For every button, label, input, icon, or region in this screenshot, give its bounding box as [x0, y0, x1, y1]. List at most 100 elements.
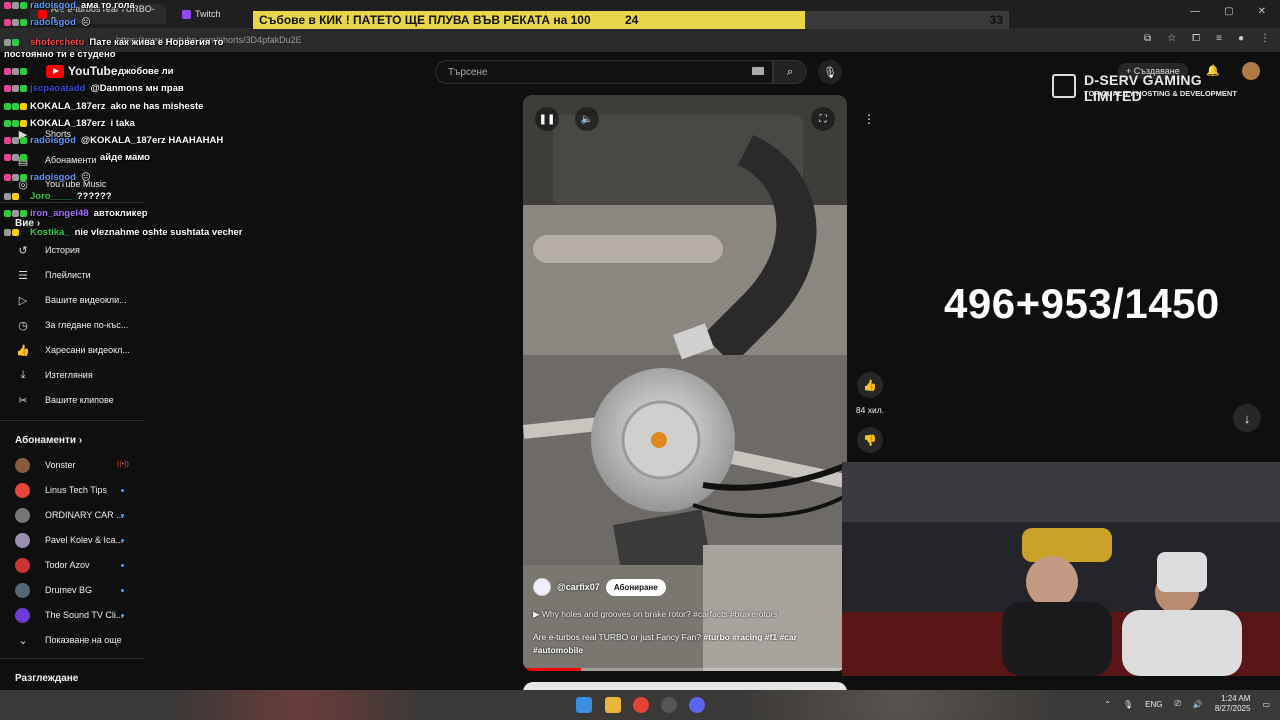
language-indicator[interactable]: ENG: [1145, 700, 1162, 709]
more-options-button[interactable]: ⋮: [858, 108, 880, 130]
channel-name: Linus Tech Tips: [45, 485, 107, 495]
chat-username: Kostika_: [30, 227, 70, 238]
video-progress-bar[interactable]: [523, 668, 847, 671]
subscriptions-heading[interactable]: Абонаменти ›: [15, 435, 82, 446]
sidebar-channel-ordinary-car[interactable]: ORDINARY CAR ...: [0, 503, 144, 527]
speaker-icon[interactable]: 🔊: [1193, 700, 1203, 709]
new-content-dot: [121, 589, 124, 592]
next-short-button[interactable]: ↓: [1233, 404, 1261, 432]
chat-text: @Danmons мн прав: [90, 83, 184, 94]
playlist-icon: ☰: [18, 269, 28, 282]
sidebar-item-label: Вашите клипове: [45, 395, 114, 405]
sidebar-item-label: Плейлисти: [45, 270, 91, 280]
chat-badges: [4, 37, 30, 49]
emote-icon: 😐: [80, 17, 91, 28]
chat-text: ??????: [76, 191, 112, 202]
chat-message: KOKALA_187erz i taka: [4, 118, 135, 129]
browser-menu-icon[interactable]: ⋮: [1260, 33, 1270, 44]
more-vertical-icon: ⋮: [863, 112, 875, 126]
clock-icon: ◷: [18, 319, 28, 332]
maximize-icon[interactable]: ▢: [1224, 6, 1233, 17]
app-icon[interactable]: [661, 697, 677, 713]
channel-avatar[interactable]: [533, 578, 551, 596]
chat-badges: [4, 208, 30, 219]
clock[interactable]: 1:24 AM 8/27/2025: [1215, 694, 1251, 714]
tab-label: Twitch: [195, 9, 221, 19]
sidebar-item-liked-videos[interactable]: 👍 Харесани видеокл...: [0, 338, 144, 362]
sidebar-channel-drumev-bg[interactable]: Drumev BG: [0, 578, 144, 602]
arrow-down-icon: ↓: [1243, 410, 1251, 426]
network-icon[interactable]: ⎚: [1174, 699, 1180, 709]
dislike-button[interactable]: 👎: [857, 427, 883, 453]
clock-time: 1:24 AM: [1221, 694, 1251, 703]
media-icon[interactable]: ≡: [1216, 33, 1222, 44]
chat-message: айде мамо: [4, 152, 150, 163]
webcam-feed-image: [842, 462, 1280, 676]
file-explorer-icon[interactable]: [605, 697, 621, 713]
chat-message: Kostika_ nie vleznahme oshte sushtata vec…: [4, 226, 254, 239]
chrome-icon[interactable]: [633, 697, 649, 713]
chat-username: iron_angel48: [30, 208, 89, 219]
extensions-icon[interactable]: ⧠: [1192, 33, 1200, 44]
fullscreen-button[interactable]: ⛶: [811, 107, 835, 131]
sidebar-item-your-videos[interactable]: ▷ Вашите видеокли...: [0, 288, 144, 312]
live-indicator-icon: ((•)): [117, 461, 129, 468]
channel-avatar: [15, 482, 30, 498]
chat-message: radoisgod @KOKALA_187erz HAAHAHAH: [4, 135, 223, 146]
scissors-icon: ✂: [18, 394, 28, 407]
chevron-up-icon[interactable]: ⌃: [1104, 700, 1111, 709]
shorts-video-player[interactable]: ❚❚ 🔈 ⛶ @carfix07 Абониране ▶ Why holes a…: [523, 95, 847, 671]
like-button[interactable]: 👍: [857, 372, 883, 398]
notifications-icon[interactable]: ▭: [1262, 700, 1270, 709]
sidebar-item-playlists[interactable]: ☰ Плейлисти: [0, 263, 144, 287]
volume-button[interactable]: 🔈: [575, 107, 599, 131]
server-icon: [1052, 74, 1076, 98]
pause-button[interactable]: ❚❚: [535, 107, 559, 131]
related-video-link[interactable]: ▶ Why holes and grooves on brake rotor? …: [533, 609, 778, 620]
subscriptions-heading-label: Абонаменти: [15, 435, 77, 446]
sidebar-channel-todor-azov[interactable]: Todor Azov: [0, 553, 144, 577]
sidebar-channel-pavel-kolev[interactable]: Pavel Kolev & Ica...: [0, 528, 144, 552]
discord-icon[interactable]: [689, 697, 705, 713]
tab-twitch[interactable]: Twitch: [174, 4, 229, 24]
keyboard-icon[interactable]: [752, 67, 764, 75]
stream-goal-bar: Събове в КИК ! ПАТЕТО ЩЕ ПЛУВА ВЪВ РЕКАТ…: [253, 11, 1009, 29]
search-input[interactable]: Търсене: [435, 60, 773, 84]
sidebar-item-downloads[interactable]: ⤓ Изтегляния: [0, 363, 144, 387]
channel-name: Drumev BG: [45, 585, 93, 595]
cast-icon[interactable]: ⧉: [1144, 33, 1151, 44]
chat-username: KOKALA_187erz: [30, 118, 106, 129]
sidebar-channel-vonster[interactable]: Vonster ((•)): [0, 453, 144, 477]
sidebar-item-your-clips[interactable]: ✂ Вашите клипове: [0, 388, 144, 412]
sidebar-show-more[interactable]: ⌄ Показване на още: [0, 628, 144, 652]
chat-text: автокликер: [93, 208, 148, 219]
channel-avatar: [15, 532, 30, 548]
subscribe-button[interactable]: Абониране: [605, 578, 666, 596]
chat-badges: [4, 226, 30, 239]
close-icon[interactable]: ✕: [1258, 6, 1266, 17]
short-title-text: Are e-turbos real TURBO or just Fancy Fa…: [533, 632, 704, 642]
chat-badges: [4, 172, 30, 183]
sidebar-channel-the-sound-tv[interactable]: The Sound TV Cli...: [0, 603, 144, 627]
short-channel-name[interactable]: @carfix07: [557, 582, 600, 592]
twitch-favicon-icon: [182, 9, 191, 19]
channel-avatar: [15, 557, 30, 573]
sidebar-channel-linus-tech-tips[interactable]: Linus Tech Tips: [0, 478, 144, 502]
profile-icon[interactable]: ●: [1238, 33, 1244, 44]
microphone-icon[interactable]: 🎙: [1123, 700, 1133, 709]
sidebar-item-watch-later[interactable]: ◷ За гледане по-къс...: [0, 313, 144, 337]
channel-avatar: [15, 607, 30, 623]
fullscreen-icon: ⛶: [819, 113, 827, 125]
like-count: 84 хил.: [855, 405, 885, 415]
minimize-icon[interactable]: —: [1190, 6, 1200, 17]
bookmark-star-icon[interactable]: ☆: [1167, 33, 1176, 44]
voice-search-button[interactable]: 🎙: [818, 60, 842, 84]
thumbs-down-icon: 👎: [863, 434, 877, 447]
windows-start-icon[interactable]: [576, 697, 592, 713]
chat-message: джобове ли: [4, 66, 174, 77]
chat-badges: [4, 101, 30, 112]
search-button[interactable]: ⌕: [773, 60, 807, 84]
sponsor-tagline: TOP QUALITY HOSTING & DEVELOPMENT: [1084, 89, 1237, 98]
sidebar-item-history[interactable]: ↺ История: [0, 238, 144, 262]
chat-badges: [4, 152, 30, 163]
